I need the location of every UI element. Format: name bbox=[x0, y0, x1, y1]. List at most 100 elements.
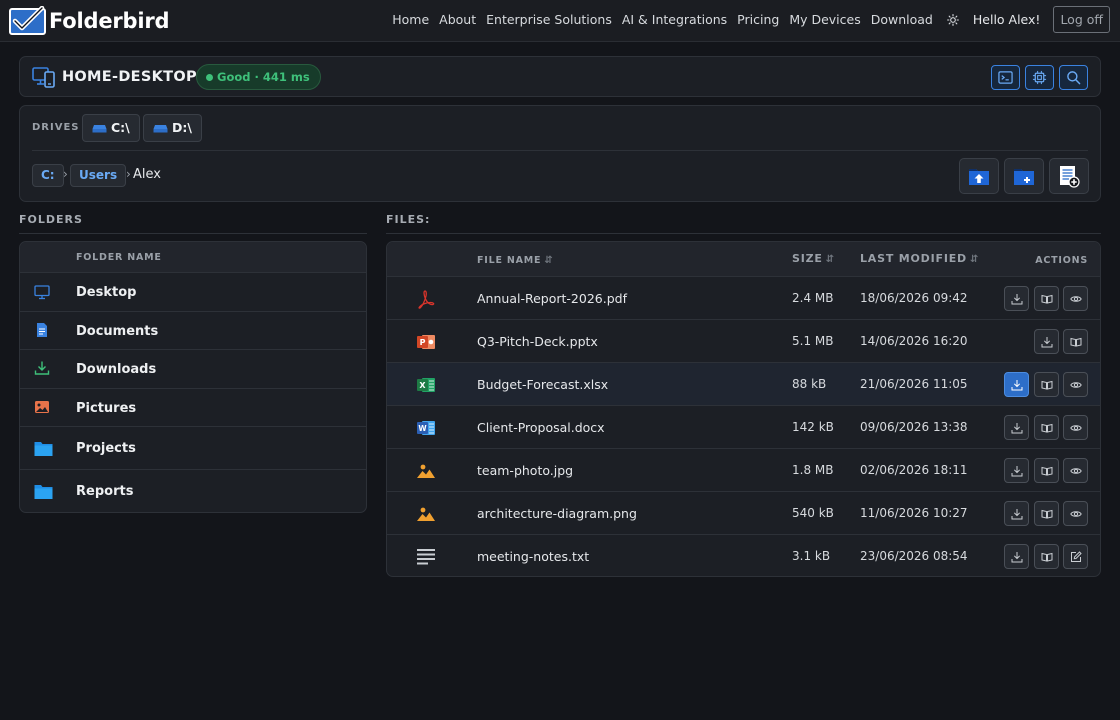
sun-icon[interactable] bbox=[946, 13, 959, 26]
file-size: 1.8 MB bbox=[792, 463, 834, 477]
file-name[interactable]: Client-Proposal.docx bbox=[477, 420, 605, 435]
eye-icon bbox=[1069, 467, 1082, 474]
file-modified: 21/06/2026 11:05 bbox=[860, 377, 968, 391]
file-name[interactable]: architecture-diagram.png bbox=[477, 506, 637, 521]
table-row[interactable]: P Q3-Pitch-Deck.pptx 5.1 MB 14/06/2026 1… bbox=[387, 320, 1100, 363]
folder-row-desktop[interactable]: Desktop bbox=[20, 273, 366, 312]
folder-row-pictures[interactable]: Pictures bbox=[20, 389, 366, 427]
table-row[interactable]: meeting-notes.txt 3.1 kB 23/06/2026 08:5… bbox=[387, 535, 1100, 576]
open-button[interactable] bbox=[1034, 501, 1059, 526]
download-button[interactable] bbox=[1004, 286, 1029, 311]
size-column-label: SIZE bbox=[792, 252, 823, 265]
search-button[interactable] bbox=[1059, 65, 1088, 90]
folder-row-projects[interactable]: Projects bbox=[20, 427, 366, 470]
eye-icon bbox=[1069, 295, 1082, 302]
folder-name: Documents bbox=[76, 324, 159, 339]
svg-text:W: W bbox=[418, 424, 427, 433]
breadcrumb-separator: › bbox=[126, 167, 131, 181]
image-file-icon bbox=[417, 507, 435, 521]
file-name[interactable]: Annual-Report-2026.pdf bbox=[477, 291, 627, 306]
download-button[interactable] bbox=[1004, 458, 1029, 483]
folder-row-reports[interactable]: Reports bbox=[20, 470, 366, 512]
preview-button[interactable] bbox=[1063, 286, 1088, 311]
status-dot-icon bbox=[206, 74, 213, 81]
folders-section-title: FOLDERS bbox=[19, 213, 83, 226]
open-button[interactable] bbox=[1034, 458, 1059, 483]
drive-d-button[interactable]: D:\ bbox=[143, 114, 202, 142]
nav-link-download[interactable]: Download bbox=[871, 12, 933, 27]
download-button[interactable] bbox=[1004, 372, 1029, 397]
book-open-icon bbox=[1041, 294, 1052, 304]
file-name[interactable]: Budget-Forecast.xlsx bbox=[477, 377, 608, 392]
open-button[interactable] bbox=[1063, 329, 1088, 354]
nav-link-about[interactable]: About bbox=[439, 12, 476, 27]
preview-button[interactable] bbox=[1063, 458, 1088, 483]
new-folder-button[interactable] bbox=[1004, 158, 1044, 194]
last-modified-column-header[interactable]: LAST MODIFIED ⇵ bbox=[860, 252, 979, 265]
nav-link-pricing[interactable]: Pricing bbox=[737, 12, 779, 27]
powerpoint-file-icon: P bbox=[417, 335, 435, 349]
open-button[interactable] bbox=[1034, 544, 1059, 569]
terminal-button[interactable] bbox=[991, 65, 1020, 90]
book-open-icon bbox=[1041, 423, 1052, 433]
file-modified: 02/06/2026 18:11 bbox=[860, 463, 968, 477]
table-row[interactable]: X Budget-Forecast.xlsx 88 kB 21/06/2026 … bbox=[387, 363, 1100, 406]
svg-text:X: X bbox=[419, 381, 426, 390]
eye-icon bbox=[1069, 381, 1082, 388]
file-name[interactable]: team-photo.jpg bbox=[477, 463, 573, 478]
open-button[interactable] bbox=[1034, 286, 1059, 311]
sort-icon: ⇵ bbox=[825, 254, 835, 265]
upload-folder-button[interactable] bbox=[959, 158, 999, 194]
breadcrumb-users[interactable]: Users bbox=[70, 164, 127, 187]
size-column-header[interactable]: SIZE ⇵ bbox=[792, 252, 835, 265]
preview-button[interactable] bbox=[1063, 501, 1088, 526]
log-off-button[interactable]: Log off bbox=[1053, 6, 1110, 33]
drive-d-label: D:\ bbox=[172, 120, 192, 135]
preview-button[interactable] bbox=[1063, 372, 1088, 397]
system-info-button[interactable] bbox=[1025, 65, 1054, 90]
open-button[interactable] bbox=[1034, 372, 1059, 397]
breadcrumb-current: Alex bbox=[133, 167, 161, 182]
preview-button[interactable] bbox=[1063, 415, 1088, 440]
nav-link-my-devices[interactable]: My Devices bbox=[789, 12, 860, 27]
breadcrumb-separator: › bbox=[63, 167, 68, 181]
new-file-button[interactable] bbox=[1049, 158, 1089, 194]
nav-link-home[interactable]: Home bbox=[392, 12, 429, 27]
device-name: HOME-DESKTOP bbox=[62, 69, 197, 85]
folder-name: Downloads bbox=[76, 362, 157, 377]
download-button[interactable] bbox=[1004, 501, 1029, 526]
nav-links: Home About Enterprise Solutions AI & Int… bbox=[382, 6, 1110, 33]
table-row[interactable]: team-photo.jpg 1.8 MB 02/06/2026 18:11 bbox=[387, 449, 1100, 492]
user-greeting: Hello Alex! bbox=[972, 12, 1041, 27]
files-table-header: FILE NAME ⇵ SIZE ⇵ LAST MODIFIED ⇵ ACTIONS bbox=[387, 242, 1100, 277]
open-button[interactable] bbox=[1034, 415, 1059, 440]
table-row[interactable]: Annual-Report-2026.pdf 2.4 MB 18/06/2026… bbox=[387, 277, 1100, 320]
file-name-column-header[interactable]: FILE NAME ⇵ bbox=[477, 255, 554, 266]
brand[interactable]: Folderbird bbox=[9, 6, 170, 35]
folder-name: Pictures bbox=[76, 401, 137, 416]
folder-row-downloads[interactable]: Downloads bbox=[20, 350, 366, 389]
download-icon bbox=[1011, 551, 1022, 562]
file-name[interactable]: meeting-notes.txt bbox=[477, 549, 589, 564]
download-icon bbox=[1041, 336, 1052, 347]
nav-link-ai-integrations[interactable]: AI & Integrations bbox=[622, 12, 727, 27]
download-button[interactable] bbox=[1004, 415, 1029, 440]
file-size: 2.4 MB bbox=[792, 291, 834, 305]
download-icon bbox=[1011, 508, 1022, 519]
table-row[interactable]: architecture-diagram.png 540 kB 11/06/20… bbox=[387, 492, 1100, 535]
nav-link-enterprise[interactable]: Enterprise Solutions bbox=[486, 12, 612, 27]
edit-button[interactable] bbox=[1063, 544, 1088, 569]
folder-icon bbox=[34, 442, 53, 456]
download-icon bbox=[34, 361, 50, 375]
download-button[interactable] bbox=[1034, 329, 1059, 354]
book-open-icon bbox=[1070, 337, 1081, 347]
breadcrumb-root[interactable]: C: bbox=[32, 164, 64, 187]
drive-c-button[interactable]: C:\ bbox=[82, 114, 140, 142]
file-name[interactable]: Q3-Pitch-Deck.pptx bbox=[477, 334, 598, 349]
folder-name: Reports bbox=[76, 484, 134, 499]
text-file-icon bbox=[417, 549, 435, 565]
table-row[interactable]: W Client-Proposal.docx 142 kB 09/06/2026… bbox=[387, 406, 1100, 449]
image-file-icon bbox=[417, 464, 435, 478]
download-button[interactable] bbox=[1004, 544, 1029, 569]
folder-row-documents[interactable]: Documents bbox=[20, 312, 366, 350]
